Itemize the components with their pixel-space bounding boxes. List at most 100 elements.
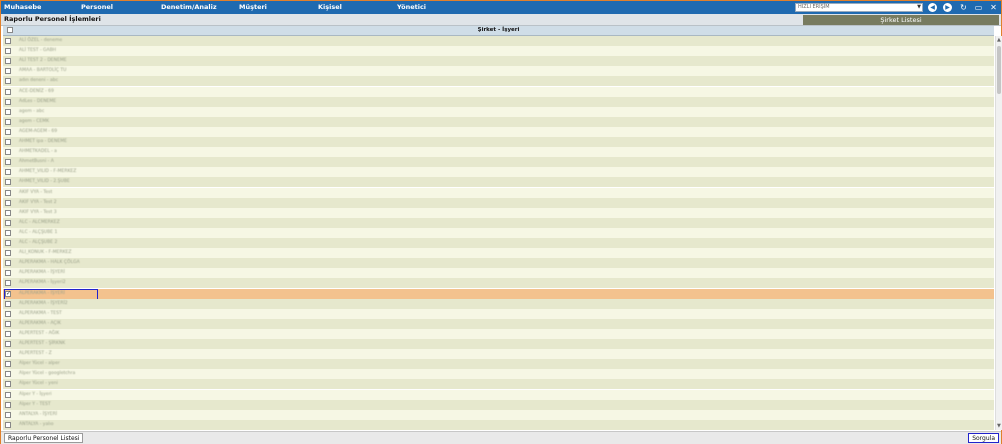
raporlu-personel-listesi-button[interactable]: Raporlu Personel Listesi (4, 433, 84, 443)
list-item-label: ALPERAKMA - AÇIK (19, 320, 61, 326)
row-checkbox[interactable] (5, 351, 11, 358)
list-item-label: ALC - ALCMERKEZ (19, 219, 60, 225)
vertical-scrollbar[interactable]: ▲ ▼ (995, 36, 1002, 430)
row-checkbox[interactable] (5, 118, 11, 125)
menu-personel[interactable]: Personel (81, 1, 113, 14)
row-checkbox[interactable] (5, 169, 11, 176)
row-checkbox[interactable] (5, 199, 11, 206)
list-item[interactable]: AHMET_VILID - F-MERKEZ (3, 167, 994, 178)
scroll-down-icon[interactable]: ▼ (997, 423, 1001, 429)
list-item[interactable]: ALPERAKMA - TEST (3, 308, 994, 319)
list-item[interactable]: AGEM-AGEM - 69 (3, 126, 994, 137)
list-item[interactable]: ALI_KONUK - F-MERKEZ (3, 248, 994, 259)
list-item[interactable]: AdLes - DENEME (3, 96, 994, 107)
row-checkbox[interactable] (5, 300, 11, 307)
list-item[interactable]: ALPERTEST - Z (3, 349, 994, 360)
menu-denetim-analiz[interactable]: Denetim/Analiz (161, 1, 217, 14)
list-item[interactable]: ALİ TEST 2 - DENEME (3, 56, 994, 67)
row-checkbox[interactable] (5, 108, 11, 115)
row-checkbox[interactable] (5, 189, 11, 196)
row-checkbox[interactable] (5, 381, 11, 388)
list-item[interactable]: AhmetBusni - A (3, 157, 994, 168)
list-item[interactable]: agem - CEMK (3, 116, 994, 127)
menu-muhasebe[interactable]: Muhasebe (4, 1, 41, 14)
sorgula-button[interactable]: Sorgula (968, 433, 999, 443)
list-item[interactable]: Alper Y - İşyeri (3, 389, 994, 400)
list-item[interactable]: Alper Yücel - yeni (3, 379, 994, 390)
list-item[interactable]: ALC - ALÇŞUBE 2 (3, 238, 994, 249)
row-checkbox[interactable] (5, 128, 11, 135)
list-item[interactable]: AHMET_VILID - 2.ŞUBE (3, 177, 994, 188)
row-checkbox[interactable] (5, 341, 11, 347)
row-checkbox[interactable] (5, 48, 11, 55)
row-checkbox[interactable] (5, 270, 11, 277)
scroll-thumb[interactable] (997, 46, 1001, 94)
list-item[interactable]: ALPERAKMA - AÇIK (3, 318, 994, 329)
refresh-icon[interactable]: ↻ (959, 3, 968, 12)
list-item[interactable]: AKIF VYA - Test 2 (3, 197, 994, 208)
list-item[interactable]: ANTALYA - İŞYERİ (3, 409, 994, 420)
row-checkbox[interactable] (5, 371, 11, 378)
row-checkbox[interactable] (5, 149, 11, 156)
list-item[interactable]: ALPERTEST - ŞİRKNK (3, 339, 994, 350)
row-checkbox[interactable] (5, 401, 11, 408)
list-item[interactable]: ALC - ALCMERKEZ (3, 217, 994, 228)
list-item[interactable]: AHMETKADEL - a (3, 147, 994, 158)
forward-icon[interactable]: ▶ (943, 3, 952, 12)
row-checkbox[interactable] (5, 209, 11, 216)
list-item[interactable]: ACE-DENİZ - 69 (3, 86, 994, 97)
list-item[interactable]: AKIF VYA - Test (3, 187, 994, 198)
list-item[interactable]: adın deneni - abc (3, 76, 994, 87)
list-item[interactable]: Alper Y - TEST (3, 399, 994, 410)
row-checkbox[interactable] (5, 219, 11, 226)
quick-access-select[interactable]: HIZLI ERİŞİM ▼ (795, 3, 923, 12)
row-checkbox[interactable] (5, 250, 11, 257)
list-item[interactable]: Alper Yücel - alper (3, 359, 994, 370)
row-checkbox[interactable] (5, 391, 11, 398)
list-item[interactable]: ALPERAKMA - İŞYERİ (3, 288, 994, 300)
close-icon[interactable]: ✕ (989, 3, 998, 12)
list-item[interactable]: ALİ ÖZEL - deneme (3, 36, 994, 47)
list-item[interactable]: ALPERAKMA - İşyeri2 (3, 278, 994, 289)
list-item[interactable]: ALPERTEST - AĞIK (3, 328, 994, 339)
row-checkbox[interactable] (5, 139, 11, 145)
list-item[interactable]: Alper Yücel - googletchra (3, 369, 994, 380)
scroll-up-icon[interactable]: ▲ (997, 37, 1001, 43)
row-checkbox[interactable] (5, 78, 11, 85)
row-checkbox[interactable] (5, 361, 11, 368)
row-checkbox[interactable] (5, 280, 11, 287)
list-item[interactable]: ALİ TEST - GABH (3, 46, 994, 57)
list-item[interactable]: AMAA - BARTOLİÇ TU (3, 66, 994, 77)
row-checkbox[interactable] (5, 310, 11, 317)
list-item[interactable]: ALPERAKMA - İŞYERİ (3, 268, 994, 279)
list-item[interactable]: agem - abc (3, 106, 994, 117)
row-checkbox[interactable] (5, 330, 11, 337)
row-checkbox[interactable] (5, 98, 11, 105)
row-checkbox[interactable] (5, 411, 11, 418)
row-checkbox[interactable] (5, 58, 11, 65)
row-checkbox[interactable] (5, 159, 11, 166)
row-checkbox[interactable] (5, 260, 11, 267)
list-item[interactable]: ALPERAKMA - İŞYERİ2 (3, 298, 994, 309)
list-item-label: AhmetBusni - A (19, 159, 54, 165)
list-item[interactable]: ALPERAKMA - HALK ÇÖLGA (3, 258, 994, 269)
row-checkbox[interactable] (5, 68, 11, 75)
list-item[interactable]: ALC - ALÇŞUBE 1 (3, 227, 994, 238)
list-item-label: ALİ ÖZEL - deneme (19, 38, 63, 43)
row-checkbox[interactable] (5, 421, 11, 428)
list-item[interactable]: ANTALYA - yalıo (3, 419, 994, 430)
list-item[interactable]: AKIF VYA - Test 3 (3, 207, 994, 218)
row-checkbox[interactable] (5, 38, 11, 44)
row-checkbox[interactable] (5, 88, 11, 95)
list-item[interactable]: AHMET ipa - DENEME (3, 137, 994, 148)
menu-kisisel[interactable]: Kişisel (318, 1, 342, 14)
back-icon[interactable]: ◀ (928, 3, 937, 12)
menu-musteri[interactable]: Müşteri (239, 1, 267, 14)
row-checkbox[interactable] (5, 229, 11, 236)
window-icon[interactable]: ▭ (974, 3, 983, 12)
row-checkbox[interactable] (5, 179, 11, 186)
menu-yonetici[interactable]: Yönetici (397, 1, 426, 14)
row-checkbox[interactable] (5, 320, 11, 327)
row-checkbox[interactable] (5, 240, 11, 246)
tab-sirket-listesi[interactable]: Şirket Listesi (803, 15, 999, 25)
